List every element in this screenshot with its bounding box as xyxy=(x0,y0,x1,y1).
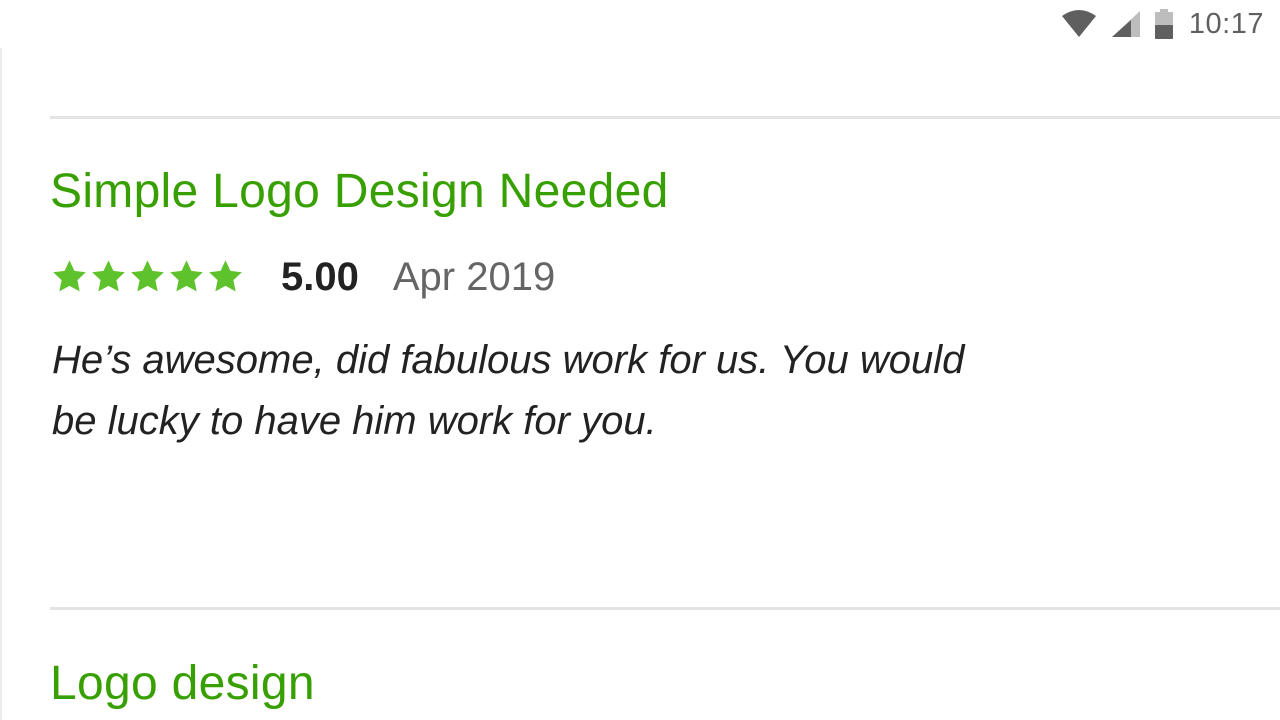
screen: 10:17 Simple Logo Design Needed 5.00 Apr… xyxy=(0,0,1280,720)
status-icons: 10:17 xyxy=(1061,6,1264,42)
battery-icon xyxy=(1154,9,1173,39)
rating-value: 5.00 xyxy=(281,254,359,299)
star-icon xyxy=(53,260,86,292)
star-icon xyxy=(92,260,125,292)
left-edge-border xyxy=(0,48,2,720)
star-icon xyxy=(131,260,164,292)
review-divider xyxy=(50,116,1280,119)
review-divider xyxy=(50,607,1280,610)
status-bar: 10:17 xyxy=(0,0,1280,48)
star-rating xyxy=(50,258,245,296)
review-comment: He’s awesome, did fabulous work for us. … xyxy=(52,338,965,443)
review-date: Apr 2019 xyxy=(392,254,556,299)
review-title[interactable]: Logo design xyxy=(50,656,315,711)
review-rating-row: 5.00 Apr 2019 xyxy=(50,252,555,302)
wifi-icon xyxy=(1061,10,1096,37)
star-icon xyxy=(209,260,242,292)
star-icon xyxy=(170,260,203,292)
review-title[interactable]: Simple Logo Design Needed xyxy=(50,164,669,219)
status-bar-clock: 10:17 xyxy=(1188,7,1264,40)
cellular-signal-icon xyxy=(1111,11,1140,37)
